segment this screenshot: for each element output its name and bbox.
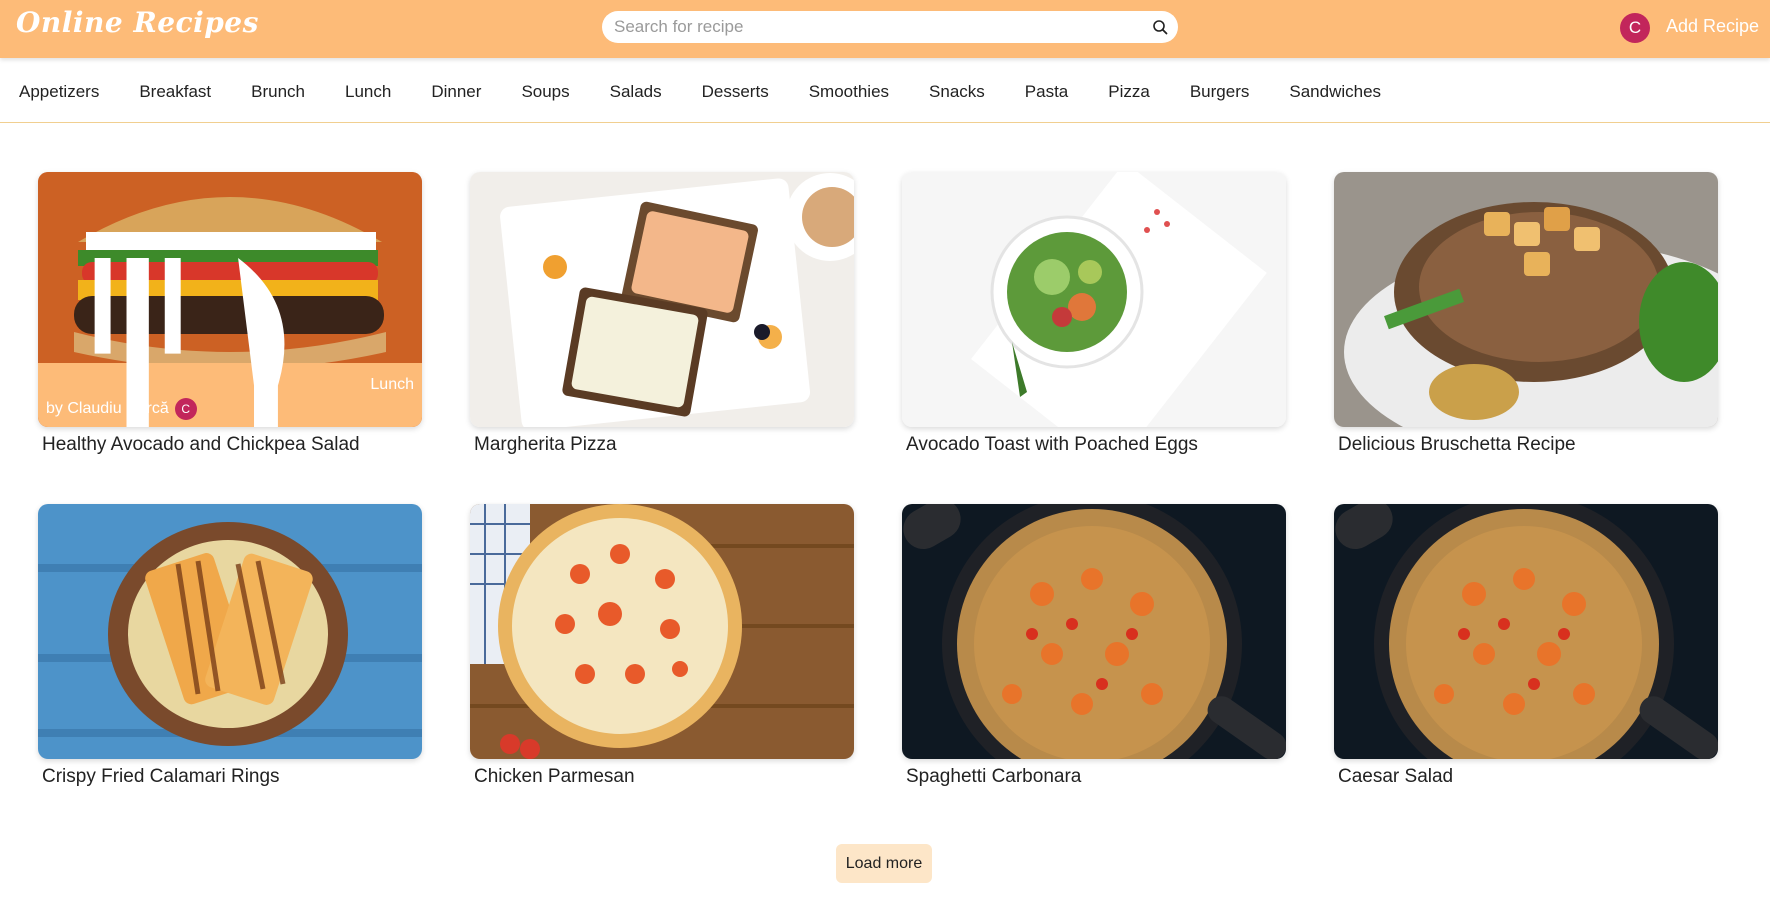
recipe-title[interactable]: Chicken Parmesan (470, 766, 854, 788)
author-avatar: C (174, 398, 197, 420)
search-input[interactable] (614, 11, 1134, 43)
recipe-title[interactable]: Delicious Bruschetta Recipe (1334, 434, 1718, 456)
recipe-grid: Lunch by Claudiu Curcă C Healthy Avocado… (38, 172, 1718, 792)
pork-chop-photo (1334, 172, 1718, 427)
recipe-card[interactable]: Spaghetti Carbonara (902, 504, 1286, 792)
recipe-category: Lunch (370, 376, 414, 393)
recipe-title[interactable]: Margherita Pizza (470, 434, 854, 456)
recipe-card[interactable]: Margherita Pizza (470, 172, 854, 460)
site-logo[interactable]: Online Recipes (16, 6, 259, 39)
recipe-title[interactable]: Spaghetti Carbonara (902, 766, 1286, 788)
category-burgers[interactable]: Burgers (1190, 82, 1250, 102)
category-breakfast[interactable]: Breakfast (139, 82, 211, 102)
recipe-card[interactable]: Avocado Toast with Poached Eggs (902, 172, 1286, 460)
recipe-author[interactable]: by Claudiu Curcă (46, 400, 169, 418)
grilled-sandwich-photo (38, 504, 422, 759)
recipe-card[interactable]: Chicken Parmesan (470, 504, 854, 792)
search-icon[interactable] (1152, 19, 1168, 35)
category-soups[interactable]: Soups (521, 82, 569, 102)
category-snacks[interactable]: Snacks (929, 82, 985, 102)
add-recipe-button[interactable]: Add Recipe (1666, 16, 1759, 37)
category-brunch[interactable]: Brunch (251, 82, 305, 102)
recipe-hover-overlay: Lunch by Claudiu Curcă C (38, 257, 422, 427)
category-salads[interactable]: Salads (610, 82, 662, 102)
category-pasta[interactable]: Pasta (1025, 82, 1068, 102)
recipe-title[interactable]: Healthy Avocado and Chickpea Salad (38, 434, 422, 456)
recipe-image[interactable] (1334, 172, 1718, 427)
recipe-title[interactable]: Crispy Fried Calamari Rings (38, 766, 422, 788)
category-nav: Appetizers Breakfast Brunch Lunch Dinner… (0, 58, 1770, 123)
user-avatar[interactable]: C (1620, 13, 1650, 43)
category-lunch[interactable]: Lunch (345, 82, 391, 102)
category-pizza[interactable]: Pizza (1108, 82, 1150, 102)
recipe-image[interactable] (902, 172, 1286, 427)
recipe-image[interactable] (902, 504, 1286, 759)
load-more-button[interactable]: Load more (836, 844, 932, 883)
category-desserts[interactable]: Desserts (702, 82, 769, 102)
recipe-image[interactable] (470, 504, 854, 759)
recipe-image[interactable] (38, 504, 422, 759)
recipe-card[interactable]: Caesar Salad (1334, 504, 1718, 792)
pizza-photo (470, 504, 854, 759)
salad-bowl-photo (902, 172, 1286, 427)
search-box[interactable] (602, 11, 1178, 43)
category-smoothies[interactable]: Smoothies (809, 82, 889, 102)
recipe-title[interactable]: Avocado Toast with Poached Eggs (902, 434, 1286, 456)
recipe-title[interactable]: Caesar Salad (1334, 766, 1718, 788)
recipe-card[interactable]: Crispy Fried Calamari Rings (38, 504, 422, 792)
recipe-image[interactable] (1334, 504, 1718, 759)
shrimp-pasta-photo (902, 504, 1286, 759)
recipe-image[interactable]: Lunch by Claudiu Curcă C (38, 172, 422, 427)
recipe-card[interactable]: Lunch by Claudiu Curcă C Healthy Avocado… (38, 172, 422, 460)
recipe-image[interactable] (470, 172, 854, 427)
shrimp-pasta-photo (1334, 504, 1718, 759)
recipe-card[interactable]: Delicious Bruschetta Recipe (1334, 172, 1718, 460)
category-appetizers[interactable]: Appetizers (19, 82, 99, 102)
category-sandwiches[interactable]: Sandwiches (1289, 82, 1381, 102)
toast-platter-photo (470, 172, 854, 427)
top-header: Online Recipes C Add Recipe (0, 0, 1770, 58)
category-dinner[interactable]: Dinner (431, 82, 481, 102)
